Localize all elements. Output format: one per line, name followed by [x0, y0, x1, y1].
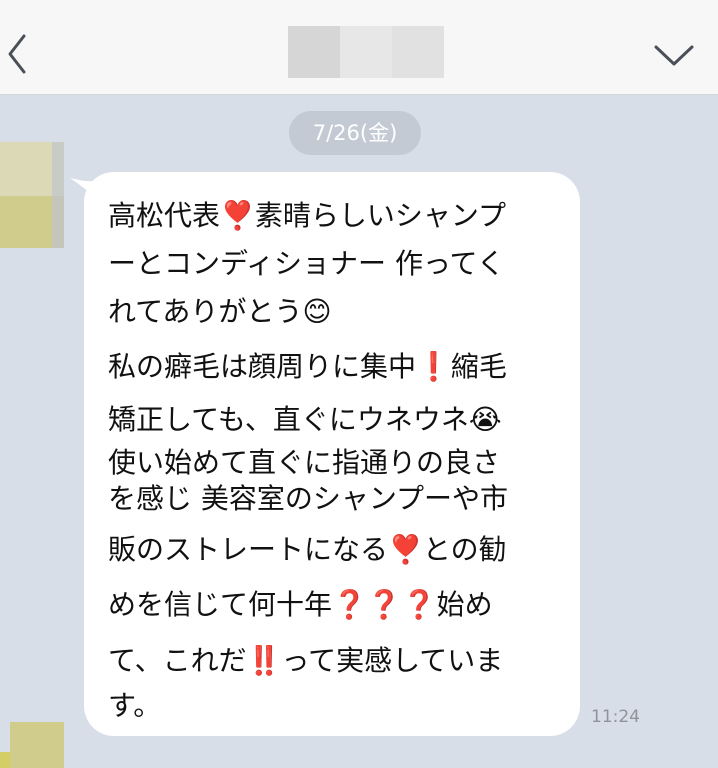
message-line: ーとコンディショナー 作ってく — [108, 247, 505, 280]
message-line: 高松代表❣️素晴らしいシャンプ — [108, 199, 507, 232]
message-line: めを信じて何十年❓❓❓始め — [108, 588, 493, 621]
next-sender-avatar[interactable] — [10, 722, 64, 768]
back-button[interactable] — [4, 30, 34, 78]
menu-toggle-button[interactable] — [650, 38, 698, 72]
pixel-block — [0, 752, 10, 768]
pixel-block — [0, 196, 52, 248]
message-line: て、これだ‼️って実感していま — [108, 644, 504, 677]
chevron-down-icon — [654, 45, 694, 66]
pixel-block — [52, 196, 64, 248]
pixel-block — [52, 142, 64, 196]
sender-avatar[interactable] — [0, 142, 64, 248]
message-timestamp: 11:24 — [591, 707, 640, 727]
message-line: 矯正しても、直ぐにウネウネ😭 — [108, 403, 502, 436]
message-line: 私の癖毛は顔周りに集中❗️縮毛 — [108, 350, 507, 383]
pixel-block — [0, 142, 52, 196]
chevron-left-icon — [8, 34, 26, 74]
message-line: 使い始めて直ぐに指通りの良さ — [108, 446, 501, 479]
message-line: れてありがとう😊 — [108, 295, 332, 328]
message-line: を感じ 美容室のシャンプーや市 — [108, 482, 509, 515]
message-line: す。 — [108, 689, 162, 722]
message-line: 販のストレートになる❣️との勧 — [108, 533, 507, 566]
message-text: 高松代表❣️素晴らしいシャンプ ーとコンディショナー 作ってく れてありがとう😊… — [108, 0, 568, 768]
